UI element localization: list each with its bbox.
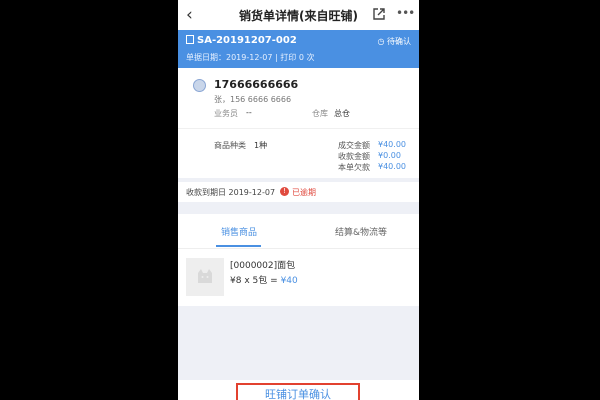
- document-icon: [186, 35, 194, 44]
- warning-icon: !: [280, 187, 289, 196]
- product-qty-line: ¥8 x 5包 = ¥40: [230, 273, 298, 286]
- owed-value: ¥40.00: [378, 162, 406, 171]
- customer-phone[interactable]: 17666666666: [214, 78, 298, 91]
- confirm-order-button[interactable]: 旺铺订单确认: [236, 383, 360, 400]
- tab-bar: 销售商品 结算&物流等: [178, 214, 419, 248]
- doc-date: 单据日期：2019-12-07 | 打印 0 次: [186, 53, 315, 62]
- warehouse-label: 仓库: [312, 109, 328, 118]
- order-header: SA-20191207-002 ◷ 待确认 单据日期：2019-12-07 | …: [178, 30, 419, 68]
- times-sign: x: [244, 276, 250, 286]
- due-date-text: 收款到期日 2019-12-07: [186, 188, 276, 197]
- product-thumbnail: [186, 258, 224, 296]
- received-value: ¥0.00: [378, 151, 401, 160]
- avatar-icon: [193, 79, 206, 92]
- phone-screen: ‹ 销货单详情(来自旺铺) ••• SA-20191207-002 ◷ 待确认 …: [178, 0, 419, 400]
- salesperson-value: --: [246, 108, 252, 117]
- active-tab-indicator: [216, 245, 261, 247]
- more-icon[interactable]: •••: [396, 6, 415, 20]
- tab-settlement[interactable]: 结算&物流等: [335, 225, 387, 238]
- tab-products[interactable]: 销售商品: [221, 225, 257, 238]
- product-total: ¥40: [280, 276, 298, 286]
- nav-bar: ‹ 销货单详情(来自旺铺) •••: [178, 0, 419, 30]
- deal-label: 成交金额: [338, 141, 370, 150]
- placeholder-image-icon: [198, 269, 212, 283]
- product-name: [0000002]面包: [230, 261, 296, 271]
- product-price: ¥8: [230, 276, 242, 286]
- equals-sign: =: [270, 276, 278, 286]
- kinds-label: 商品种类: [214, 141, 246, 150]
- received-label: 收款金额: [338, 152, 370, 161]
- kinds-value: 1种: [254, 141, 268, 150]
- customer-contact: 张，156 6666 6666: [214, 95, 292, 104]
- salesperson-label: 业务员: [214, 109, 238, 118]
- share-icon[interactable]: [372, 7, 386, 21]
- product-qty: 5包: [252, 276, 268, 286]
- warehouse-value: 总仓: [334, 109, 350, 118]
- footer-bar: 旺铺订单确认: [178, 380, 419, 400]
- owed-label: 本单欠款: [338, 163, 370, 172]
- due-date-row: 收款到期日 2019-12-07 ! 已逾期: [178, 182, 419, 202]
- divider: [178, 128, 419, 129]
- doc-number: SA-20191207-002: [186, 35, 297, 46]
- order-info-card: 17666666666 张，156 6666 6666 业务员 -- 仓库 总仓…: [178, 68, 419, 178]
- list-item[interactable]: [0000002]面包 ¥8 x 5包 = ¥40: [178, 248, 419, 306]
- status-badge: ◷ 待确认: [377, 37, 411, 46]
- overdue-badge: 已逾期: [292, 188, 316, 197]
- deal-value: ¥40.00: [378, 140, 406, 149]
- doc-number-text: SA-20191207-002: [197, 35, 297, 46]
- status-text: 待确认: [387, 37, 411, 46]
